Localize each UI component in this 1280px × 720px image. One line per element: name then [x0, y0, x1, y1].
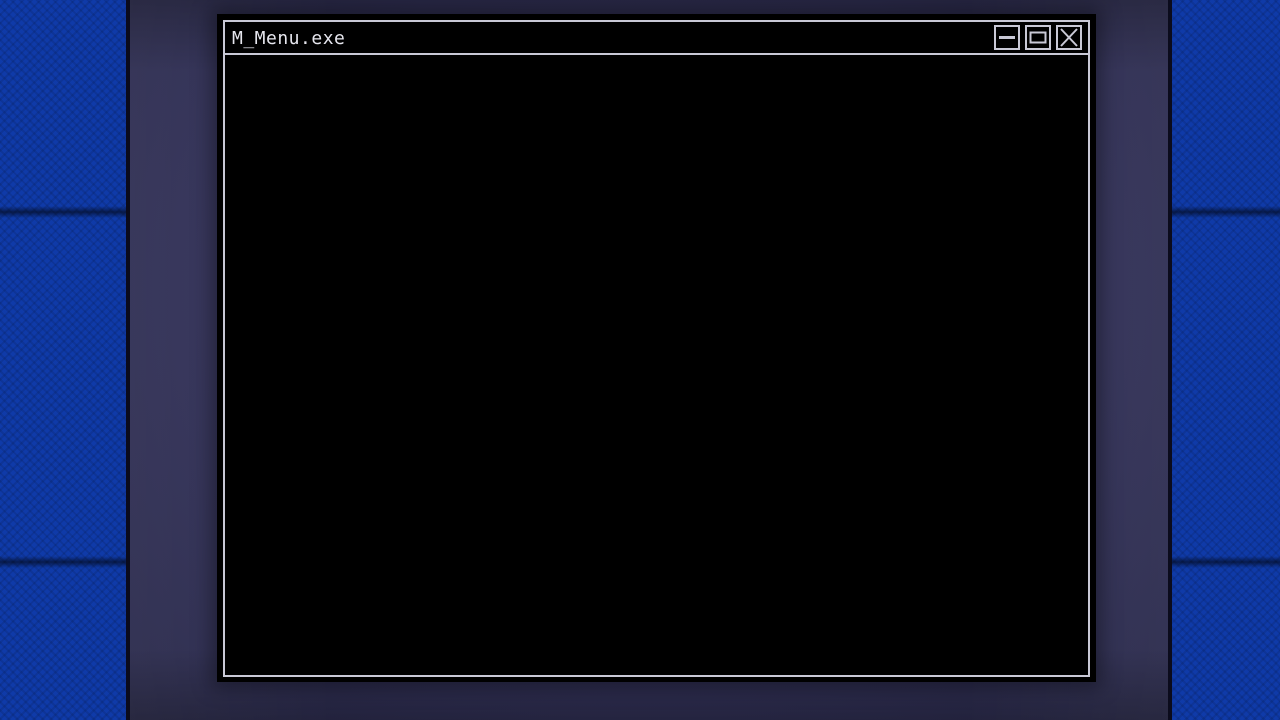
right-wall-background	[1170, 0, 1280, 720]
wall-seam	[1170, 206, 1280, 218]
maximize-icon	[1029, 31, 1047, 44]
minimize-button[interactable]	[994, 25, 1020, 50]
wall-seam	[1170, 556, 1280, 568]
minimize-icon	[999, 36, 1015, 39]
window-title-bar[interactable]: M_Menu.exe	[225, 22, 1088, 55]
window-title: M_Menu.exe	[232, 28, 346, 49]
wall-seam	[0, 556, 128, 568]
maximize-button[interactable]	[1025, 25, 1051, 50]
close-button[interactable]	[1056, 25, 1082, 50]
window-content-area	[225, 55, 1088, 675]
menu-window: M_Menu.exe	[223, 20, 1090, 677]
wall-seam	[0, 206, 128, 218]
close-icon	[1060, 28, 1078, 47]
game-scene: M_Menu.exe	[0, 0, 1280, 720]
left-wall-background	[0, 0, 128, 720]
